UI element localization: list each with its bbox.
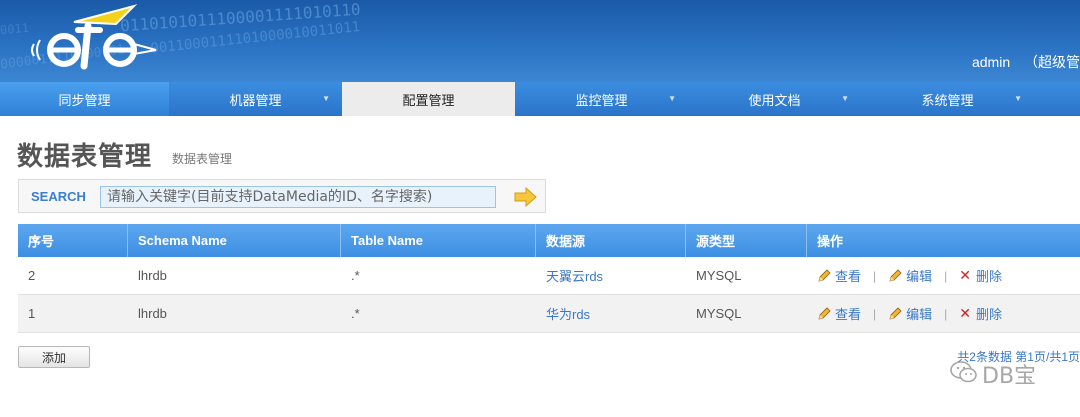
cell-schema: lhrdb (138, 268, 167, 283)
column-header: 数据源 (536, 224, 686, 257)
binary-text: 0011 (0, 20, 30, 38)
nav-label: 监控管理 (575, 92, 628, 108)
pencil-icon (817, 306, 831, 321)
delete-x-icon: ✕ (959, 267, 972, 283)
delete-x-icon: ✕ (959, 305, 972, 321)
breadcrumb: 数据表管理 (172, 152, 233, 166)
edit-label: 编辑 (906, 307, 933, 322)
caret-down-icon: ▼ (1014, 94, 1022, 103)
header-banner: 0110101011100001111010110 00110001111010… (0, 0, 1080, 82)
table-row: 1 lhrdb .* 华为rds MYSQL 查看 | 编辑 | ✕ 删除 (18, 295, 1080, 333)
nav-label: 使用文档 (748, 92, 801, 108)
row-actions: 查看 | 编辑 | ✕ 删除 (807, 295, 1080, 332)
nav-item-system[interactable]: 系统管理 ▼ (861, 82, 1034, 116)
nav-item-machine[interactable]: 机器管理 ▼ (169, 82, 342, 116)
delete-label: 删除 (976, 269, 1003, 284)
cell-id: 1 (28, 306, 36, 321)
caret-down-icon: ▼ (668, 94, 676, 103)
table-row: 2 lhrdb .* 天翼云rds MYSQL 查看 | 编辑 | ✕ 删除 (18, 257, 1080, 295)
delete-label: 删除 (976, 307, 1003, 322)
data-table: 序号 Schema Name Table Name 数据源 源类型 操作 2 l… (18, 224, 1080, 333)
separator: | (873, 268, 877, 283)
row-actions: 查看 | 编辑 | ✕ 删除 (807, 257, 1080, 294)
wechat-icon (950, 360, 978, 389)
watermark-text: DB宝 (982, 364, 1037, 389)
main-nav: 同步管理 机器管理 ▼ 配置管理 监控管理 ▼ 使用文档 ▼ 系统管理 ▼ (0, 82, 1080, 116)
column-header: Schema Name (128, 224, 341, 257)
separator: | (944, 268, 948, 283)
add-button[interactable]: 添加 (18, 346, 90, 368)
column-header: Table Name (341, 224, 536, 257)
cell-schema: lhrdb (138, 306, 167, 321)
user-info: admin （超级管 (962, 52, 1080, 72)
cell-type: MYSQL (696, 268, 742, 283)
pencil-icon (817, 268, 831, 283)
arrow-right-icon[interactable] (513, 186, 537, 208)
pencil-icon (888, 306, 902, 321)
view-label: 查看 (835, 269, 862, 284)
caret-down-icon: ▼ (322, 94, 330, 103)
edit-button[interactable]: 编辑 (888, 266, 932, 285)
nav-item-monitor[interactable]: 监控管理 ▼ (515, 82, 688, 116)
nav-item-docs[interactable]: 使用文档 ▼ (688, 82, 861, 116)
nav-label: 配置管理 (402, 92, 455, 108)
delete-button[interactable]: ✕ 删除 (959, 304, 1002, 323)
cell-table: .* (351, 306, 360, 321)
nav-item-sync[interactable]: 同步管理 (0, 82, 169, 116)
view-label: 查看 (835, 307, 862, 322)
username[interactable]: admin (972, 54, 1010, 70)
caret-down-icon: ▼ (841, 94, 849, 103)
nav-label: 同步管理 (58, 92, 111, 108)
cell-id: 2 (28, 268, 36, 283)
nav-item-config[interactable]: 配置管理 (342, 82, 515, 116)
otter-logo[interactable] (28, 0, 168, 82)
delete-button[interactable]: ✕ 删除 (959, 266, 1002, 285)
separator: | (873, 306, 877, 321)
user-role: （超级管 (1024, 54, 1080, 70)
cell-type: MYSQL (696, 306, 742, 321)
search-label: SEARCH (31, 189, 86, 204)
wechat-watermark: DB宝 (950, 358, 1036, 390)
edit-button[interactable]: 编辑 (888, 304, 932, 323)
edit-label: 编辑 (906, 269, 933, 284)
pencil-icon (888, 268, 902, 283)
separator: | (944, 306, 948, 321)
nav-label: 机器管理 (229, 92, 282, 108)
table-header: 序号 Schema Name Table Name 数据源 源类型 操作 (18, 224, 1080, 257)
cell-datasource-link[interactable]: 华为rds (536, 295, 686, 332)
nav-label: 系统管理 (921, 92, 974, 108)
column-header: 操作 (817, 234, 844, 249)
view-button[interactable]: 查看 (817, 304, 861, 323)
search-bar: SEARCH (18, 179, 546, 213)
column-header: 序号 (18, 224, 128, 257)
cell-datasource-link[interactable]: 天翼云rds (536, 257, 686, 294)
column-header: 源类型 (686, 224, 807, 257)
view-button[interactable]: 查看 (817, 266, 861, 285)
search-input[interactable] (100, 186, 496, 208)
cell-table: .* (351, 268, 360, 283)
page-title: 数据表管理 (17, 141, 153, 171)
